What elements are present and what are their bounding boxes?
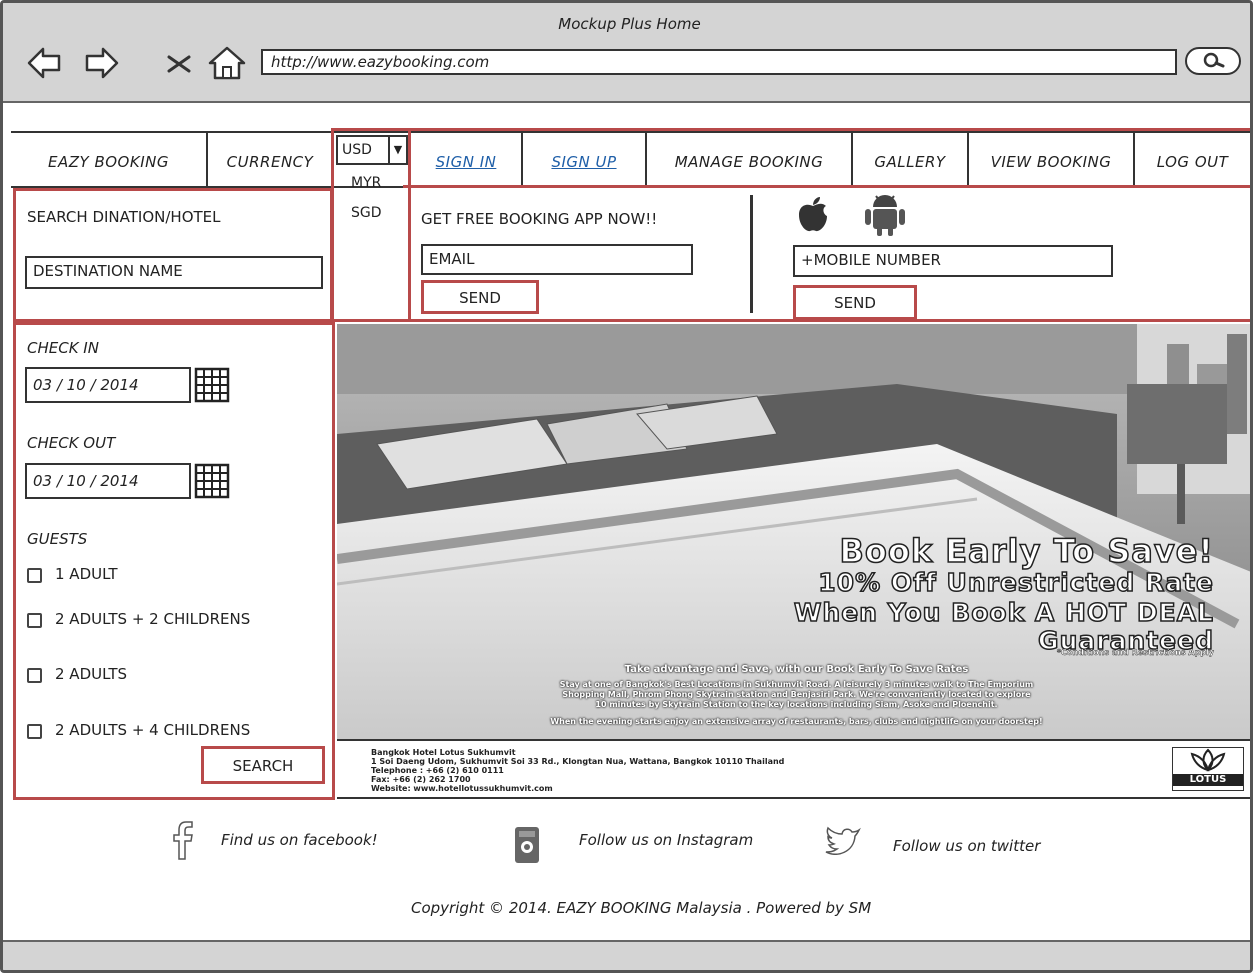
home-icon[interactable] [207, 43, 247, 83]
promo-line: 10% Off Unrestricted Rate [818, 567, 1214, 598]
account-nav-highlight [403, 128, 1250, 188]
facebook-icon[interactable] [169, 821, 195, 861]
guest-option-label: 2 ADULTS + 4 CHILDRENS [55, 721, 251, 739]
hotel-address: 1 Soi Daeng Udom, Sukhumvit Soi 33 Rd., … [371, 757, 785, 766]
lotus-flower-icon [1190, 748, 1226, 772]
guest-checkbox[interactable] [27, 613, 42, 628]
promo-divider [750, 195, 753, 313]
dropdown-arrow-icon[interactable]: ▼ [388, 137, 406, 163]
instagram-icon[interactable] [513, 825, 541, 865]
back-arrow-icon[interactable] [25, 43, 65, 83]
check-in-input[interactable]: 03 / 10 / 2014 [25, 367, 191, 403]
promo-headline: Book Early To Save! [839, 531, 1214, 571]
check-out-label: CHECK OUT [27, 434, 116, 452]
window-title: Mockup Plus Home [558, 15, 701, 33]
promo-conditions: *Conditions and Restrictions Apply [1056, 648, 1215, 657]
browser-status-bar [3, 940, 1250, 970]
guest-option-label: 2 ADULTS + 2 CHILDRENS [55, 610, 251, 628]
currency-option-sgd[interactable]: SGD [351, 205, 382, 221]
promo-subhead: Take advantage and Save, with our Book E… [624, 664, 969, 675]
currency-selected-value: USD [342, 142, 372, 158]
copyright-text: Copyright © 2014. EAZY BOOKING Malaysia … [411, 899, 872, 917]
browser-chrome: Mockup Plus Home http://www.eazybooking.… [3, 3, 1250, 103]
browser-search-button[interactable] [1185, 47, 1241, 75]
check-in-label: CHECK IN [27, 339, 99, 357]
mobile-number-input[interactable]: +MOBILE NUMBER [793, 245, 1113, 277]
apple-icon[interactable] [793, 195, 833, 235]
calendar-icon[interactable] [194, 461, 230, 499]
url-bar[interactable]: http://www.eazybooking.com [261, 49, 1177, 75]
instagram-link[interactable]: Follow us on Instagram [579, 831, 753, 849]
guests-label: GUESTS [27, 530, 88, 548]
mobile-send-button[interactable]: SEND [793, 285, 917, 320]
app-promo-title: GET FREE BOOKING APP NOW!! [421, 210, 658, 228]
facebook-link[interactable]: Find us on facebook! [221, 831, 378, 849]
promo-line: When You Book A HOT DEAL [793, 597, 1214, 628]
search-title: SEARCH DINATION/HOTEL [27, 208, 221, 226]
hotel-telephone: Telephone : +66 (2) 610 0111 [371, 766, 504, 775]
lotus-logo: LOTUS [1172, 747, 1244, 791]
currency-label: CURRENCY [226, 153, 314, 171]
search-button[interactable]: SEARCH [201, 746, 325, 784]
destination-input[interactable]: DESTINATION NAME [25, 256, 323, 289]
guest-checkbox[interactable] [27, 668, 42, 683]
hotel-name: Bangkok Hotel Lotus Sukhumvit [371, 748, 516, 757]
promo-body: Stay at one of Bangkok's Best Locations … [559, 680, 1034, 689]
hotel-website: Website: www.hotellotussukhumvit.com [371, 784, 553, 793]
hotel-fax: Fax: +66 (2) 262 1700 [371, 775, 471, 784]
guest-checkbox[interactable] [27, 724, 42, 739]
email-send-button[interactable]: SEND [421, 280, 539, 314]
twitter-icon[interactable] [823, 825, 863, 855]
currency-option-myr[interactable]: MYR [351, 175, 381, 191]
android-icon[interactable] [861, 193, 909, 237]
calendar-icon[interactable] [194, 365, 230, 403]
check-out-input[interactable]: 03 / 10 / 2014 [25, 463, 191, 499]
forward-arrow-icon[interactable] [81, 43, 121, 83]
magnifier-icon [1203, 52, 1225, 68]
stop-icon[interactable] [159, 43, 199, 83]
promo-body: 10 minutes by Skytrain Station to the ke… [595, 700, 998, 709]
hotel-contact: Bangkok Hotel Lotus Sukhumvit 1 Soi Daen… [337, 739, 1250, 797]
email-input[interactable]: EMAIL [421, 244, 693, 275]
currency-select[interactable]: USD ▼ [336, 135, 408, 165]
brand-logo[interactable]: EAZY BOOKING [11, 133, 206, 188]
promo-body: Shopping Mall, Phrom Phong Skytrain stat… [562, 690, 1031, 699]
guest-checkbox[interactable] [27, 568, 42, 583]
guest-option-label: 1 ADULT [55, 565, 118, 583]
promo-banner: Book Early To Save! 10% Off Unrestricted… [337, 324, 1250, 799]
lotus-logo-text: LOTUS [1173, 774, 1243, 786]
twitter-link[interactable]: Follow us on twitter [893, 837, 1040, 855]
app-window: Mockup Plus Home http://www.eazybooking.… [0, 0, 1253, 973]
promo-body: When the evening starts enjoy an extensi… [550, 717, 1043, 726]
guest-option-label: 2 ADULTS [55, 665, 128, 683]
